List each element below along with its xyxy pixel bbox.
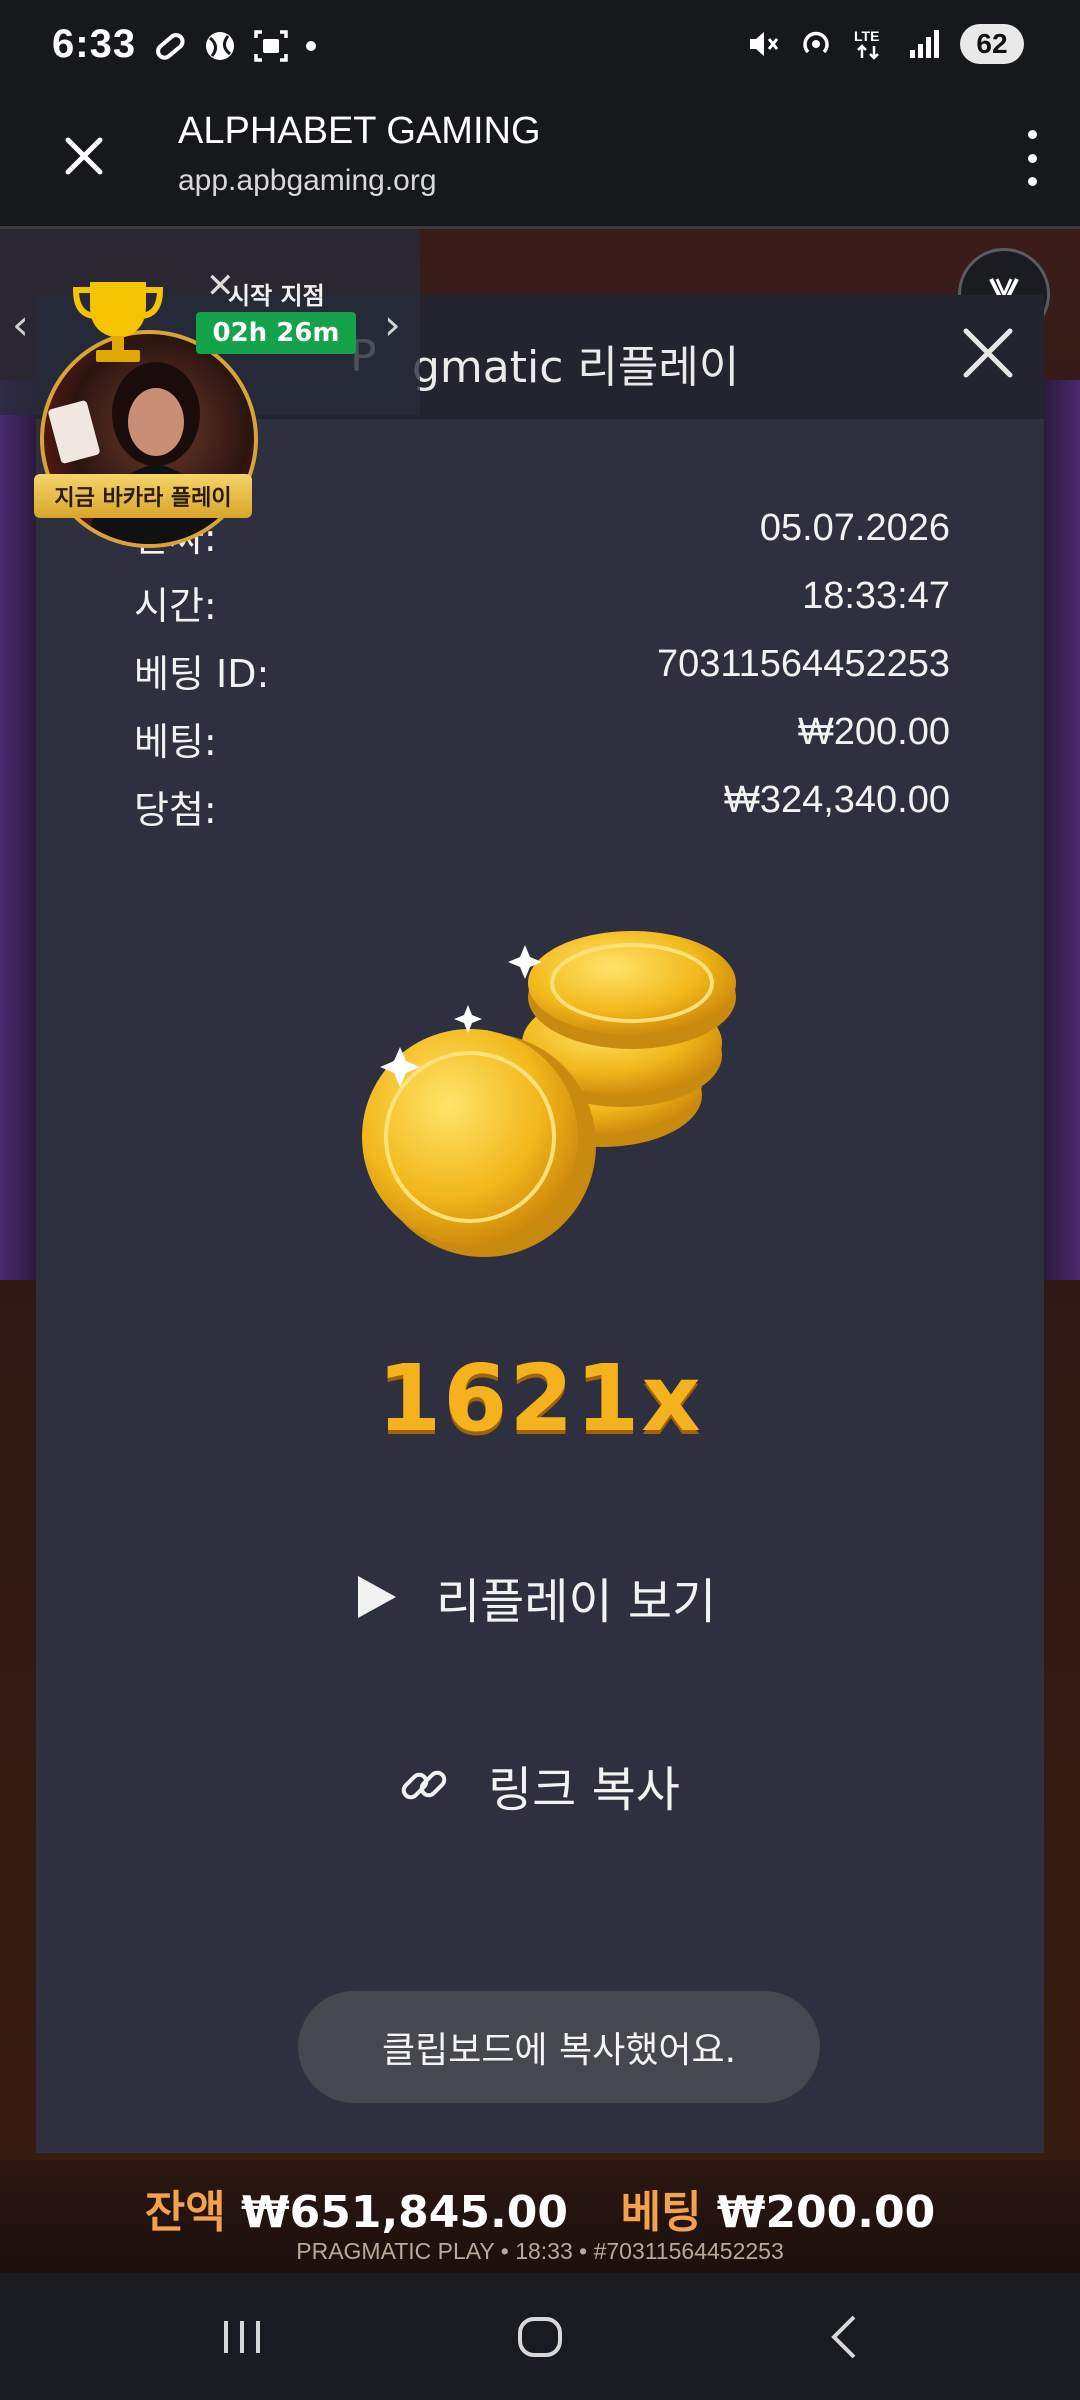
- trophy-icon: [72, 282, 164, 362]
- signal-icon: [910, 30, 939, 58]
- home-icon[interactable]: [510, 2307, 570, 2367]
- info-value: ₩324,340.00: [723, 779, 950, 821]
- browser-toolbar: ALPHABET GAMING app.apbgaming.org: [0, 96, 1080, 229]
- promo-prev-icon[interactable]: ‹: [12, 300, 29, 349]
- gold-coins-icon: [362, 931, 736, 1257]
- play-icon: [358, 1576, 396, 1618]
- screenshot-icon: [254, 30, 288, 62]
- page-title: ALPHABET GAMING: [178, 110, 541, 152]
- balance-label: 잔액: [144, 2187, 226, 2238]
- mute-icon: [750, 32, 779, 56]
- recent-apps-icon[interactable]: [212, 2307, 272, 2367]
- status-notification-icons: [152, 28, 318, 64]
- more-options-icon[interactable]: [1022, 130, 1042, 186]
- info-row-bet: 베팅: ₩200.00: [134, 711, 950, 764]
- promo-next-icon[interactable]: ›: [384, 300, 401, 349]
- close-icon[interactable]: [958, 323, 1018, 383]
- status-bar: 6:33 LTE 62: [0, 0, 1080, 96]
- modal-title: gmatic 리플레이: [412, 342, 740, 393]
- link-icon: [401, 1770, 447, 1800]
- promo-start-label: 시작 지점: [228, 282, 325, 310]
- lte-icon: LTE: [854, 28, 879, 60]
- info-label: 당첨:: [134, 788, 217, 832]
- info-value: 18:33:47: [802, 575, 950, 617]
- game-reel-frame-left: [0, 380, 36, 1280]
- dot-icon: [306, 41, 316, 51]
- info-row-win: 당첨: ₩324,340.00: [134, 779, 950, 832]
- close-tab-icon[interactable]: [60, 132, 108, 180]
- hotspot-icon: [803, 31, 829, 54]
- win-multiplier: 1621x: [377, 1345, 703, 1452]
- info-label: 베팅 ID:: [134, 652, 270, 696]
- copy-link-button[interactable]: 링크 복사: [396, 1745, 680, 1825]
- bet-value: ₩200.00: [716, 2187, 936, 2238]
- info-value: ₩200.00: [797, 711, 950, 753]
- bet-label: 베팅: [620, 2187, 702, 2238]
- game-footer: PRAGMATIC PLAY • 18:33 • #70311564452253: [296, 2238, 784, 2264]
- page-url: app.apbgaming.org: [178, 164, 437, 197]
- balance-value: ₩651,845.00: [241, 2187, 568, 2238]
- promo-timer: 02h 26m: [196, 312, 356, 354]
- svg-text:LTE: LTE: [854, 28, 879, 44]
- ball-icon: [206, 32, 234, 60]
- back-icon[interactable]: [816, 2307, 876, 2367]
- clipboard-toast: 클립보드에 복사했어요.: [298, 1991, 820, 2103]
- promo-caption[interactable]: 지금 바카라 플레이: [34, 474, 252, 518]
- status-system-icons: LTE 62: [744, 24, 1024, 64]
- replay-modal: P gmatic 리플레이 날짜: 05.07.2026 시간: 18:33:4…: [36, 295, 1044, 2153]
- info-value: 05.07.2026: [759, 507, 950, 549]
- watch-replay-label: 리플레이 보기: [436, 1574, 717, 1630]
- info-value: 70311564452253: [656, 643, 950, 685]
- info-label: 시간:: [134, 584, 217, 628]
- info-row-bet-id: 베팅 ID: 70311564452253: [134, 643, 950, 696]
- copy-link-label: 링크 복사: [488, 1762, 680, 1818]
- pill-icon: [156, 33, 185, 60]
- status-time: 6:33: [52, 22, 137, 66]
- watch-replay-button[interactable]: 리플레이 보기: [354, 1557, 716, 1637]
- game-reel-frame-right: [1044, 380, 1080, 1280]
- info-row-date: 날짜: 05.07.2026: [134, 507, 950, 560]
- battery-indicator: 62: [960, 24, 1024, 64]
- system-nav-bar: [0, 2273, 1080, 2400]
- balance-line: 잔액 ₩651,845.00 베팅 ₩200.00: [0, 2176, 1080, 2240]
- info-label: 베팅:: [134, 720, 217, 764]
- info-row-time: 시간: 18:33:47: [134, 575, 950, 628]
